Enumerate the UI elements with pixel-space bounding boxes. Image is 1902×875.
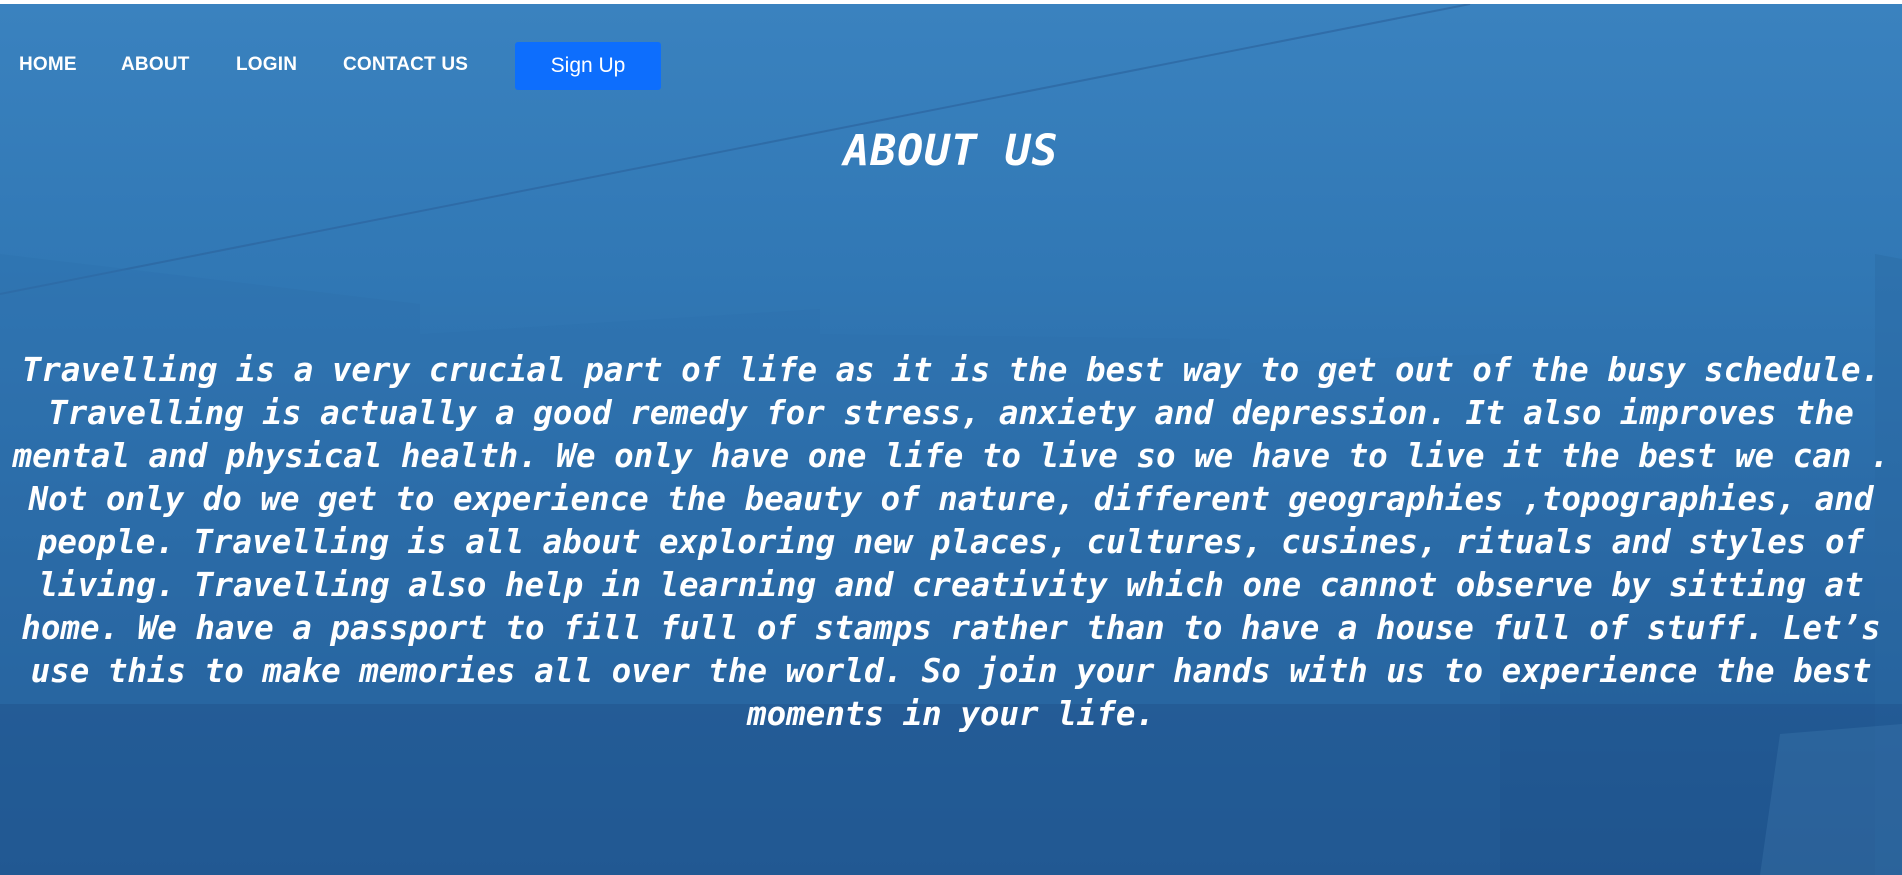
about-description: Travelling is a very crucial part of lif… <box>12 351 1890 733</box>
page-title: ABOUT US <box>843 126 1059 176</box>
nav-contact-link[interactable]: CONTACT US <box>343 54 468 76</box>
about-page: HOME ABOUT LOGIN CONTACT US Sign Up ABOU… <box>0 4 1902 875</box>
nav-login-link[interactable]: LOGIN <box>236 54 297 76</box>
signup-button[interactable]: Sign Up <box>515 42 661 90</box>
nav-home-link[interactable]: HOME <box>19 54 77 76</box>
nav-about-link[interactable]: ABOUT <box>121 54 190 76</box>
